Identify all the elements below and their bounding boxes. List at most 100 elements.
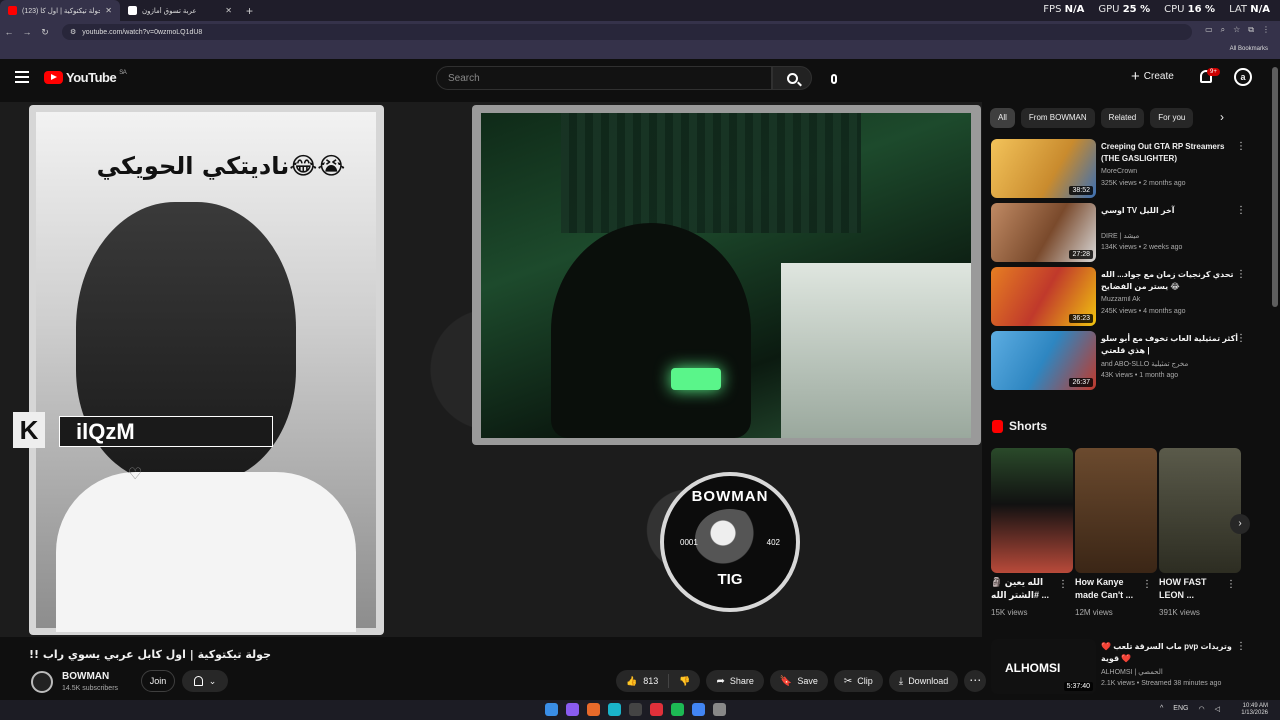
recommendation-title[interactable]: أكثر تمثيلية العاب تخوف مع أبو سلو | هذي…: [1101, 333, 1241, 357]
extensions-icon[interactable]: ⧉: [1248, 25, 1254, 35]
recommendation-item[interactable]: 27:28 اوسي TV آخر الليل DIRE | ميشد 134K…: [991, 203, 1266, 263]
create-button[interactable]: + Create: [1131, 68, 1174, 85]
close-tab-icon[interactable]: ✕: [225, 6, 232, 15]
zoom-icon[interactable]: ⌕: [1221, 25, 1225, 35]
like-button[interactable]: 👍 813: [616, 670, 668, 692]
save-button[interactable]: 🔖 Save: [769, 670, 828, 692]
performance-overlay: FPS N/A GPU 25 % CPU 16 % LAT N/A: [1043, 4, 1270, 15]
recommendation-channel[interactable]: MoreCrown: [1101, 168, 1241, 175]
short-views: 391K views: [1159, 608, 1200, 617]
search-button[interactable]: [772, 66, 812, 90]
tray-chevron-icon[interactable]: ^: [1160, 705, 1163, 713]
site-info-icon[interactable]: ⚙: [70, 28, 76, 36]
short-thumbnail[interactable]: [991, 448, 1073, 573]
recommendation-item[interactable]: 38:52 Creeping Out GTA RP Streamers (THE…: [991, 139, 1266, 199]
recommendation-channel[interactable]: and ABO-SLLO مخرج تمثيلية: [1101, 360, 1241, 368]
video-thumbnail[interactable]: 27:28: [991, 203, 1096, 262]
clock[interactable]: 10:49 AM 1/13/2026: [1241, 703, 1268, 717]
chip-related[interactable]: Related: [1100, 108, 1145, 128]
shorts-next-arrow-icon[interactable]: ›: [1230, 514, 1250, 534]
account-avatar[interactable]: a: [1234, 68, 1252, 86]
video-thumbnail[interactable]: 26:37: [991, 331, 1096, 390]
recommendation-title[interactable]: تحدي كرنجيات زمان مع جواد... الله يستر م…: [1101, 269, 1241, 293]
dislike-button[interactable]: 👎: [669, 670, 700, 692]
recommendation-title[interactable]: Creeping Out GTA RP Streamers (THE GASLI…: [1101, 141, 1241, 165]
left-tiktok-cam: ناديتكي الحويكي😂😭 ♡: [29, 105, 384, 635]
back-icon[interactable]: ←: [0, 27, 18, 37]
chrome-icon[interactable]: [692, 703, 705, 716]
page-scrollbar[interactable]: [1271, 59, 1279, 700]
app-icon[interactable]: [650, 703, 663, 716]
recommendation-title[interactable]: اوسي TV آخر الليل: [1101, 205, 1241, 217]
more-options-icon[interactable]: ⋮: [1236, 269, 1246, 280]
close-tab-icon[interactable]: ✕: [105, 6, 112, 15]
settings-gear-icon[interactable]: [713, 703, 726, 716]
chip-for-you[interactable]: For you: [1150, 108, 1194, 128]
reload-icon[interactable]: ↻: [36, 27, 54, 38]
video-thumbnail[interactable]: 38:52: [991, 139, 1096, 198]
more-options-icon[interactable]: ⋮: [1236, 205, 1246, 216]
bookmark-star-icon[interactable]: ☆: [1233, 25, 1240, 35]
chevron-right-icon[interactable]: ›: [1220, 110, 1224, 124]
forward-icon[interactable]: →: [18, 27, 36, 37]
save-icon: 🔖: [779, 675, 793, 687]
more-options-icon[interactable]: ⋮: [1142, 579, 1152, 590]
more-actions-icon[interactable]: ⋯: [964, 670, 987, 692]
video-thumbnail[interactable]: 36:23: [991, 267, 1096, 326]
video-thumbnail[interactable]: ALHOMSI 5:37:40: [991, 639, 1096, 694]
download-button[interactable]: ⤓ Download: [888, 670, 959, 692]
video-player[interactable]: ناديتكي الحويكي😂😭 ♡ K ilQzM BOWMAN TIG 0…: [0, 102, 982, 637]
scrollbar-thumb[interactable]: [1272, 67, 1278, 307]
duration-badge: 26:37: [1069, 378, 1093, 387]
more-options-icon[interactable]: ⋮: [1226, 579, 1236, 590]
chip-from-channel[interactable]: From BOWMAN: [1020, 108, 1095, 128]
short-title[interactable]: HOW FAST LEON ...: [1159, 576, 1227, 602]
short-thumbnail[interactable]: [1075, 448, 1157, 573]
language-indicator[interactable]: ENG: [1173, 705, 1188, 713]
recommendation-item[interactable]: 36:23 تحدي كرنجيات زمان مع جواد... الله …: [991, 267, 1266, 327]
hamburger-menu-icon[interactable]: [15, 71, 29, 83]
channel-avatar[interactable]: [31, 671, 53, 693]
more-options-icon[interactable]: ⋮: [1236, 141, 1246, 152]
masthead: YouTube SA Search + Create 9+ a: [0, 59, 1280, 99]
cast-icon[interactable]: ▭: [1205, 25, 1213, 35]
browser-tab-youtube[interactable]: (123) جولة تيكتوكية | اول كا… ✕: [0, 0, 120, 21]
spotify-icon[interactable]: [671, 703, 684, 716]
app-icon[interactable]: [587, 703, 600, 716]
recommendation-channel[interactable]: DIRE | ميشد: [1101, 232, 1241, 240]
short-title[interactable]: 🗿 الله يعين #الشتر الله ...: [991, 576, 1059, 602]
wifi-icon[interactable]: ◠: [1198, 705, 1204, 713]
channel-name[interactable]: BOWMAN: [62, 671, 109, 682]
edge-icon[interactable]: [608, 703, 621, 716]
browser-tab-amazon[interactable]: عربة تسوق أمازون ✕: [120, 0, 240, 21]
url-bar[interactable]: ⚙ youtube.com/watch?v=0wzmoLQ1dU8: [62, 24, 1192, 40]
app-icon[interactable]: [629, 703, 642, 716]
short-title[interactable]: How Kanye made Can't ...: [1075, 576, 1143, 602]
all-bookmarks-link[interactable]: All Bookmarks: [1230, 46, 1268, 52]
tiktok-caption: ناديتكي الحويكي😂😭: [96, 152, 346, 180]
recommendation-channel[interactable]: Muzzamil Ak: [1101, 296, 1241, 303]
windows-start-icon[interactable]: [545, 703, 558, 716]
short-thumbnail[interactable]: [1159, 448, 1241, 573]
recommendation-channel[interactable]: ALHOMSI | الحمصي: [1101, 668, 1163, 676]
short-views: 12M views: [1075, 608, 1113, 617]
subscription-bell-button[interactable]: ⌄: [182, 670, 228, 692]
more-options-icon[interactable]: ⋮: [1236, 333, 1246, 344]
recommendation-item[interactable]: 26:37 أكثر تمثيلية العاب تخوف مع أبو سلو…: [991, 331, 1266, 391]
recommendation-title[interactable]: ❤️ ماب السرقة تلعب pvp وتريدات قوية ❤️: [1101, 641, 1241, 665]
more-options-icon[interactable]: ⋮: [1058, 579, 1068, 590]
chip-all[interactable]: All: [990, 108, 1015, 128]
voice-search-button[interactable]: [822, 69, 846, 89]
browser-menu-icon[interactable]: ⋮: [1262, 25, 1270, 35]
join-button[interactable]: Join: [141, 670, 175, 692]
thumbs-up-icon: 👍: [626, 675, 638, 686]
new-tab-button[interactable]: +: [240, 4, 259, 18]
youtube-logo[interactable]: YouTube SA: [44, 70, 127, 85]
discord-icon[interactable]: [566, 703, 579, 716]
recommendation-item[interactable]: ALHOMSI 5:37:40 ❤️ ماب السرقة تلعب pvp و…: [991, 639, 1266, 694]
share-button[interactable]: ➦ Share: [706, 670, 764, 692]
clip-button[interactable]: ✂ Clip: [833, 670, 883, 692]
search-input[interactable]: Search: [436, 66, 772, 90]
volume-icon[interactable]: ◁: [1215, 705, 1220, 713]
more-options-icon[interactable]: ⋮: [1236, 641, 1246, 652]
